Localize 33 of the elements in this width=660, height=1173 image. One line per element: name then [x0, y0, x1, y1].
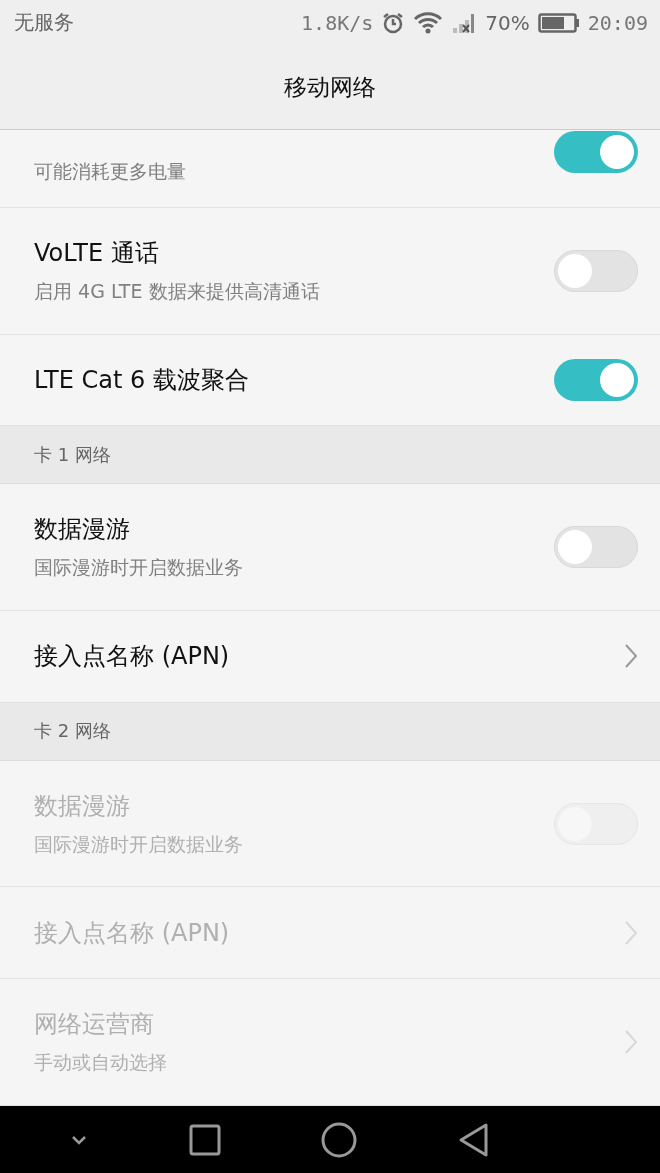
home-button[interactable] [321, 1121, 358, 1158]
item-subtitle: 可能消耗更多电量 [34, 158, 187, 184]
carrier-label: 无服务 [14, 9, 75, 36]
item-subtitle: 手动或自动选择 [34, 1050, 168, 1076]
item-subtitle: 国际漫游时开启数据业务 [34, 555, 244, 581]
item-title: 数据漫游 [34, 790, 131, 822]
section-header: 卡 1 网络 [34, 442, 111, 467]
network-speed: 1.8K/s [301, 10, 374, 35]
recents-button[interactable] [188, 1123, 221, 1156]
toggle-row[interactable]: 可能消耗更多电量 [0, 130, 660, 208]
chevron-right-icon [624, 643, 638, 670]
clock-time: 20:09 [587, 10, 648, 35]
item-title: 接入点名称 (APN) [34, 641, 231, 673]
chevron-down-icon[interactable] [70, 1133, 89, 1146]
chevron-right-icon [624, 919, 638, 946]
section-header: 卡 2 网络 [34, 719, 111, 744]
toggle-switch[interactable] [554, 526, 638, 569]
item-subtitle: 国际漫游时开启数据业务 [34, 831, 244, 857]
wifi-icon [413, 10, 444, 35]
item-title: VoLTE 通话 [34, 237, 160, 269]
battery-icon [537, 11, 580, 34]
back-button[interactable] [457, 1121, 490, 1158]
toggle-switch[interactable] [554, 359, 638, 402]
toggle-switch[interactable] [554, 130, 638, 173]
item-title: 网络运营商 [34, 1009, 155, 1041]
item-title: 接入点名称 (APN) [34, 917, 231, 949]
item-subtitle: 启用 4G LTE 数据来提供高清通话 [34, 278, 321, 304]
item-title: 数据漫游 [34, 514, 131, 546]
toggle-switch[interactable] [554, 249, 638, 292]
page-title: 移动网络 [284, 72, 376, 102]
item-title: LTE Cat 6 载波聚合 [34, 365, 250, 397]
battery-percent: 70% [485, 10, 530, 35]
chevron-right-icon [624, 1029, 638, 1056]
